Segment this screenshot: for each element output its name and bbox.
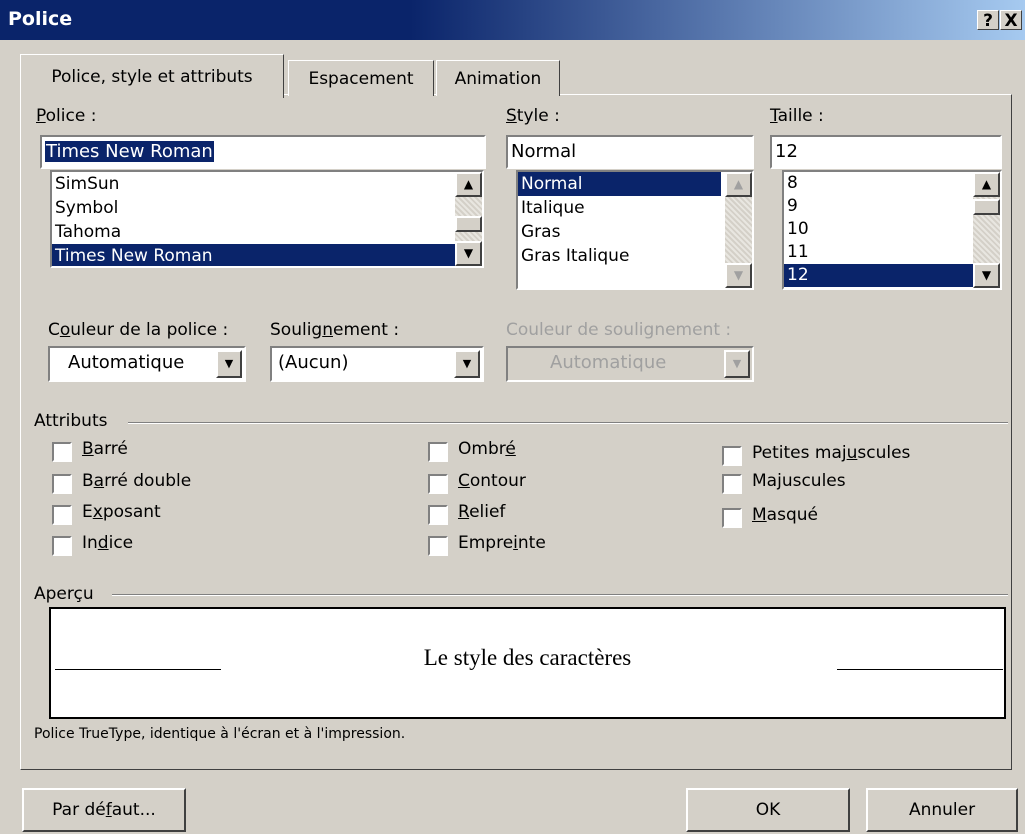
underline-label: Soulignement : bbox=[270, 320, 400, 340]
preview-sample-text: Le style des caractères bbox=[423, 645, 632, 670]
style-label: Style : bbox=[506, 106, 560, 126]
font-color-select[interactable]: Automatique ▼ bbox=[48, 346, 246, 382]
font-list-item-selected[interactable]: Times New Roman bbox=[52, 244, 482, 266]
checkbox-box[interactable] bbox=[428, 442, 448, 462]
size-list-item[interactable]: 8 bbox=[784, 172, 1000, 195]
checkbox-label: Contour bbox=[458, 471, 526, 491]
font-list-scrollbar[interactable]: ▲ ▼ bbox=[455, 172, 482, 266]
checkbox-label: Barré double bbox=[82, 471, 192, 491]
checkbox-label: Exposant bbox=[82, 502, 161, 522]
style-list[interactable]: Normal Italique Gras Gras Italique ▲ ▼ bbox=[516, 170, 754, 290]
style-list-item[interactable]: Gras bbox=[518, 220, 752, 244]
ok-button[interactable]: OK bbox=[686, 788, 850, 832]
close-button[interactable]: X bbox=[1000, 10, 1022, 31]
preview-group-title: Aperçu bbox=[34, 584, 94, 604]
underline-select[interactable]: (Aucun) ▼ bbox=[270, 346, 484, 382]
checkbox-box[interactable] bbox=[52, 505, 72, 525]
style-list-item[interactable]: Gras Italique bbox=[518, 244, 752, 268]
underline-color-select: Automatique ▼ bbox=[506, 346, 754, 382]
title-bar[interactable]: Police ? X bbox=[0, 0, 1025, 40]
font-input-value: Times New Roman bbox=[45, 141, 214, 162]
font-input[interactable]: Times New Roman bbox=[40, 135, 486, 169]
tab-spacing[interactable]: Espacement bbox=[288, 60, 434, 96]
default-button[interactable]: Par défaut... bbox=[22, 788, 186, 832]
underline-color-label: Couleur de soulignement : bbox=[506, 320, 732, 340]
scroll-up-arrow-icon[interactable]: ▲ bbox=[973, 172, 1000, 197]
checkbox-box[interactable] bbox=[52, 474, 72, 494]
tab-font-style-attributes[interactable]: Police, style et attributs bbox=[20, 54, 284, 98]
checkbox-box[interactable] bbox=[52, 536, 72, 556]
checkbox-label: Ombré bbox=[458, 439, 516, 459]
dropdown-arrow-icon: ▼ bbox=[724, 350, 750, 378]
checkbox-label: Petites majuscules bbox=[752, 443, 911, 463]
checkbox-label: Masqué bbox=[752, 505, 818, 525]
tab-animation[interactable]: Animation bbox=[436, 60, 560, 96]
checkbox-label: Barré bbox=[82, 439, 128, 459]
style-list-scrollbar[interactable]: ▲ ▼ bbox=[725, 172, 752, 288]
font-color-label: Couleur de la police : bbox=[48, 320, 229, 340]
preview-box: Le style des caractères bbox=[49, 607, 1006, 719]
preview-baseline-right bbox=[837, 669, 1003, 670]
checkbox-label: Empreinte bbox=[458, 533, 546, 553]
checkbox-box[interactable] bbox=[428, 505, 448, 525]
style-input[interactable]: Normal bbox=[506, 135, 754, 169]
scroll-down-arrow-icon[interactable]: ▼ bbox=[725, 263, 752, 288]
help-button[interactable]: ? bbox=[977, 10, 999, 31]
underline-color-value: Automatique bbox=[550, 352, 667, 373]
style-list-item[interactable]: Italique bbox=[518, 196, 752, 220]
dropdown-arrow-icon[interactable]: ▼ bbox=[454, 350, 480, 378]
style-list-item-selected[interactable]: Normal bbox=[518, 172, 721, 196]
font-list[interactable]: SimSun Symbol Tahoma Times New Roman ▲ ▼ bbox=[50, 170, 484, 268]
checkbox-box[interactable] bbox=[428, 474, 448, 494]
font-list-item[interactable]: Symbol bbox=[52, 196, 482, 220]
scroll-down-arrow-icon[interactable]: ▼ bbox=[973, 263, 1000, 288]
font-list-item[interactable]: SimSun bbox=[52, 172, 482, 196]
scroll-up-arrow-icon[interactable]: ▲ bbox=[455, 172, 482, 197]
size-input[interactable]: 12 bbox=[770, 135, 1002, 169]
size-list[interactable]: 8 9 10 11 12 ▲ ▼ bbox=[782, 170, 1002, 290]
checkbox-box[interactable] bbox=[722, 446, 742, 466]
checkbox-box[interactable] bbox=[52, 442, 72, 462]
checkbox-label: Relief bbox=[458, 502, 506, 522]
size-list-item[interactable]: 9 bbox=[784, 195, 1000, 218]
group-divider bbox=[112, 594, 1008, 596]
checkbox-box[interactable] bbox=[722, 508, 742, 528]
scroll-thumb[interactable] bbox=[455, 216, 482, 232]
font-color-value: Automatique bbox=[68, 352, 185, 373]
checkbox-box[interactable] bbox=[722, 474, 742, 494]
size-list-item-selected[interactable]: 12 bbox=[784, 264, 1000, 287]
scroll-up-arrow-icon[interactable]: ▲ bbox=[725, 172, 752, 197]
window-title: Police bbox=[8, 8, 73, 30]
font-info-text: Police TrueType, identique à l'écran et … bbox=[34, 726, 406, 742]
checkbox-label: Indice bbox=[82, 533, 134, 553]
cancel-button[interactable]: Annuler bbox=[866, 788, 1018, 832]
size-list-scrollbar[interactable]: ▲ ▼ bbox=[973, 172, 1000, 288]
scroll-down-arrow-icon[interactable]: ▼ bbox=[455, 241, 482, 266]
size-list-item[interactable]: 10 bbox=[784, 218, 1000, 241]
underline-value: (Aucun) bbox=[278, 352, 349, 373]
dropdown-arrow-icon[interactable]: ▼ bbox=[216, 350, 242, 378]
attributes-group-title: Attributs bbox=[34, 411, 108, 431]
checkbox-box[interactable] bbox=[428, 536, 448, 556]
scroll-thumb[interactable] bbox=[973, 199, 1000, 215]
checkbox-label: Majuscules bbox=[752, 471, 846, 491]
size-label: Taille : bbox=[770, 106, 824, 126]
font-list-item[interactable]: Tahoma bbox=[52, 220, 482, 244]
group-divider bbox=[128, 422, 1008, 424]
size-list-item[interactable]: 11 bbox=[784, 241, 1000, 264]
font-label: Police : bbox=[36, 106, 97, 126]
